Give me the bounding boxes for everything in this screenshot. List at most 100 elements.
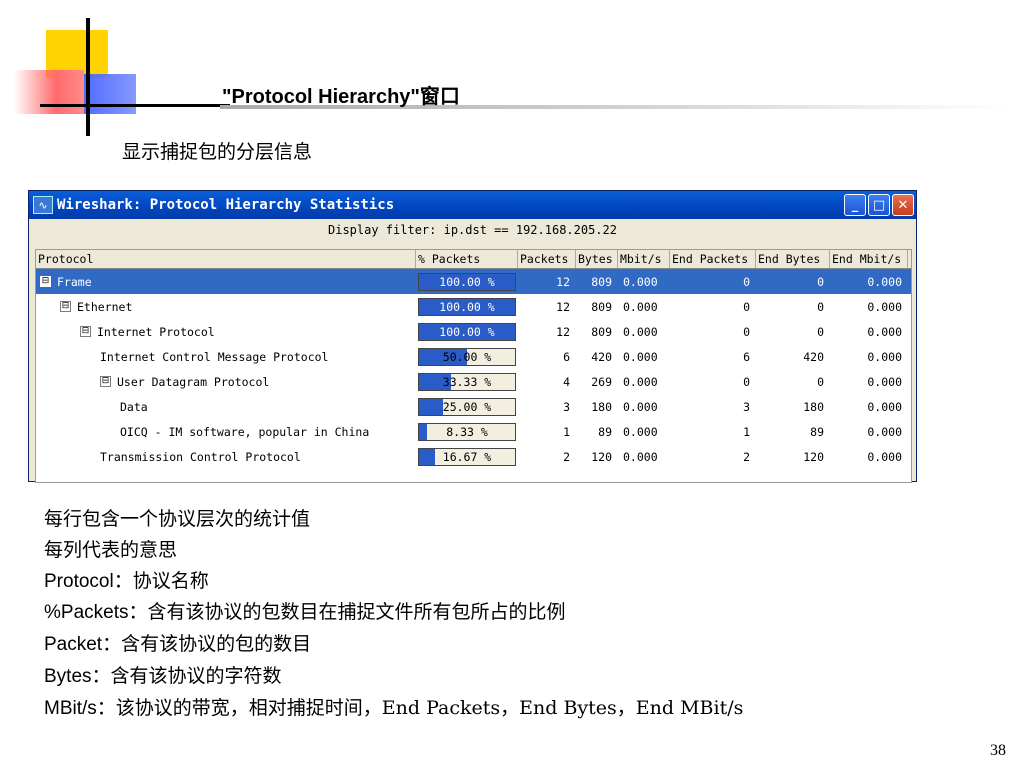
note-term: Protocol — [44, 570, 114, 592]
pct-progress-bar: 8.33 % — [418, 422, 516, 441]
protocol-cell: Transmission Control Protocol — [36, 450, 416, 464]
table-row[interactable]: ⊟ User Datagram Protocol 33.33 % 4 269 0… — [36, 369, 911, 394]
window-titlebar[interactable]: ∿ Wireshark: Protocol Hierarchy Statisti… — [29, 191, 916, 219]
end-bytes-cell: 0 — [817, 374, 824, 389]
note-line: 每行包含一个协议层次的统计值 — [44, 504, 743, 535]
bytes-cell: 809 — [591, 274, 612, 289]
column-header-bytes[interactable]: Bytes — [576, 250, 618, 268]
note-line: Protocol：协议名称 — [44, 566, 743, 598]
mbit-cell: 0.000 — [623, 324, 658, 339]
pct-packets-cell: 25.00 % — [416, 397, 518, 416]
column-header-mbit[interactable]: Mbit/s — [618, 250, 670, 268]
column-header-end-bytes[interactable]: End Bytes — [756, 250, 830, 268]
wireshark-fin-icon: ∿ — [33, 196, 53, 214]
protocol-name: Frame — [57, 274, 92, 289]
end-bytes-cell: 0 — [817, 274, 824, 289]
table-row[interactable]: Transmission Control Protocol 16.67 % 2 … — [36, 444, 911, 469]
protocol-name: OICQ - IM software, popular in China — [120, 424, 370, 439]
end-packets-cell: 6 — [743, 349, 750, 364]
pct-bar-label: 8.33 % — [446, 424, 488, 439]
collapse-toggle-icon[interactable]: ⊟ — [80, 326, 91, 337]
pct-packets-cell: 100.00 % — [416, 297, 518, 316]
protocol-name: Internet Protocol — [97, 324, 215, 339]
protocol-hierarchy-table: Protocol % Packets Packets Bytes Mbit/s … — [35, 249, 912, 483]
decor-vertical-line — [86, 18, 90, 136]
close-button[interactable]: ✕ — [892, 194, 914, 216]
table-row[interactable]: ⊟ Frame 100.00 % 12 809 0.000 0 0 0.000 — [36, 269, 911, 294]
pct-bar-label: 25.00 % — [442, 399, 492, 414]
note-term: Bytes — [44, 665, 92, 687]
maximize-button[interactable]: □ — [868, 194, 890, 216]
collapse-toggle-icon[interactable]: ⊟ — [40, 276, 51, 287]
protocol-name: Data — [120, 399, 148, 414]
packets-cell: 1 — [563, 424, 570, 439]
protocol-name: User Datagram Protocol — [117, 374, 270, 389]
column-header-protocol[interactable]: Protocol — [36, 250, 416, 268]
table-header: Protocol % Packets Packets Bytes Mbit/s … — [36, 250, 911, 269]
table-row[interactable]: ⊟ Internet Protocol 100.00 % 12 809 0.00… — [36, 319, 911, 344]
end-mbit-cell: 0.000 — [867, 274, 902, 289]
column-header-pct-packets[interactable]: % Packets — [416, 250, 518, 268]
pct-progress-bar: 50.00 % — [418, 347, 516, 366]
pct-bar-label: 33.33 % — [442, 374, 492, 389]
packets-cell: 12 — [556, 274, 570, 289]
column-header-packets[interactable]: Packets — [518, 250, 576, 268]
mbit-cell: 0.000 — [623, 374, 658, 389]
end-bytes-cell: 120 — [803, 449, 824, 464]
minimize-button[interactable]: _ — [844, 194, 866, 216]
end-mbit-cell: 0.000 — [867, 299, 902, 314]
bytes-cell: 180 — [591, 399, 612, 414]
protocol-cell: OICQ - IM software, popular in China — [36, 425, 416, 439]
protocol-name: Transmission Control Protocol — [100, 449, 301, 464]
pct-packets-cell: 50.00 % — [416, 347, 518, 366]
note-text: ：含有该协议的字符数 — [91, 664, 282, 687]
table-row[interactable]: Data 25.00 % 3 180 0.000 3 180 0.000 — [36, 394, 911, 419]
end-packets-cell: 0 — [743, 324, 750, 339]
protocol-cell: ⊟ User Datagram Protocol — [36, 375, 416, 389]
column-header-end-packets[interactable]: End Packets — [670, 250, 756, 268]
end-bytes-cell: 89 — [810, 424, 824, 439]
pct-progress-bar: 33.33 % — [418, 372, 516, 391]
end-mbit-cell: 0.000 — [867, 324, 902, 339]
bytes-cell: 89 — [598, 424, 612, 439]
end-mbit-cell: 0.000 — [867, 399, 902, 414]
protocol-cell: ⊟ Frame — [36, 275, 416, 289]
decor-red-square — [14, 70, 84, 114]
mbit-cell: 0.000 — [623, 399, 658, 414]
collapse-toggle-icon[interactable]: ⊟ — [60, 301, 71, 312]
mbit-cell: 0.000 — [623, 349, 658, 364]
end-mbit-cell: 0.000 — [867, 374, 902, 389]
mbit-cell: 0.000 — [623, 424, 658, 439]
end-packets-cell: 0 — [743, 274, 750, 289]
table-row[interactable]: OICQ - IM software, popular in China 8.3… — [36, 419, 911, 444]
pct-packets-cell: 33.33 % — [416, 372, 518, 391]
bytes-cell: 809 — [591, 324, 612, 339]
end-packets-cell: 0 — [743, 374, 750, 389]
packets-cell: 2 — [563, 449, 570, 464]
pct-packets-cell: 100.00 % — [416, 322, 518, 341]
mbit-cell: 0.000 — [623, 299, 658, 314]
table-row[interactable]: ⊟ Ethernet 100.00 % 12 809 0.000 0 0 0.0… — [36, 294, 911, 319]
slide-title: "Protocol Hierarchy"窗口 — [222, 86, 460, 108]
end-packets-cell: 3 — [743, 399, 750, 414]
protocol-hierarchy-window: ∿ Wireshark: Protocol Hierarchy Statisti… — [28, 190, 917, 483]
collapse-toggle-icon[interactable]: ⊟ — [100, 376, 111, 387]
note-text: ：协议名称 — [113, 569, 209, 592]
pct-progress-bar: 100.00 % — [418, 272, 516, 291]
table-body: ⊟ Frame 100.00 % 12 809 0.000 0 0 0.000 … — [36, 269, 911, 469]
column-header-end-mbit[interactable]: End Mbit/s — [830, 250, 908, 268]
bytes-cell: 420 — [591, 349, 612, 364]
table-row[interactable]: Internet Control Message Protocol 50.00 … — [36, 344, 911, 369]
protocol-name: Internet Control Message Protocol — [100, 349, 329, 364]
note-line: Packet：含有该协议的包的数目 — [44, 629, 743, 661]
window-title: Wireshark: Protocol Hierarchy Statistics — [57, 197, 395, 213]
pct-bar-label: 100.00 % — [439, 274, 495, 289]
end-packets-cell: 0 — [743, 299, 750, 314]
notes-list: 每行包含一个协议层次的统计值 每列代表的意思 Protocol：协议名称 %Packe… — [44, 504, 743, 725]
pct-bar-label: 100.00 % — [439, 324, 495, 339]
protocol-cell: ⊟ Internet Protocol — [36, 325, 416, 339]
protocol-cell: Internet Control Message Protocol — [36, 350, 416, 364]
display-filter-label: Display filter: ip.dst == 192.168.205.22 — [328, 223, 617, 237]
pct-progress-bar: 25.00 % — [418, 397, 516, 416]
pct-packets-cell: 8.33 % — [416, 422, 518, 441]
